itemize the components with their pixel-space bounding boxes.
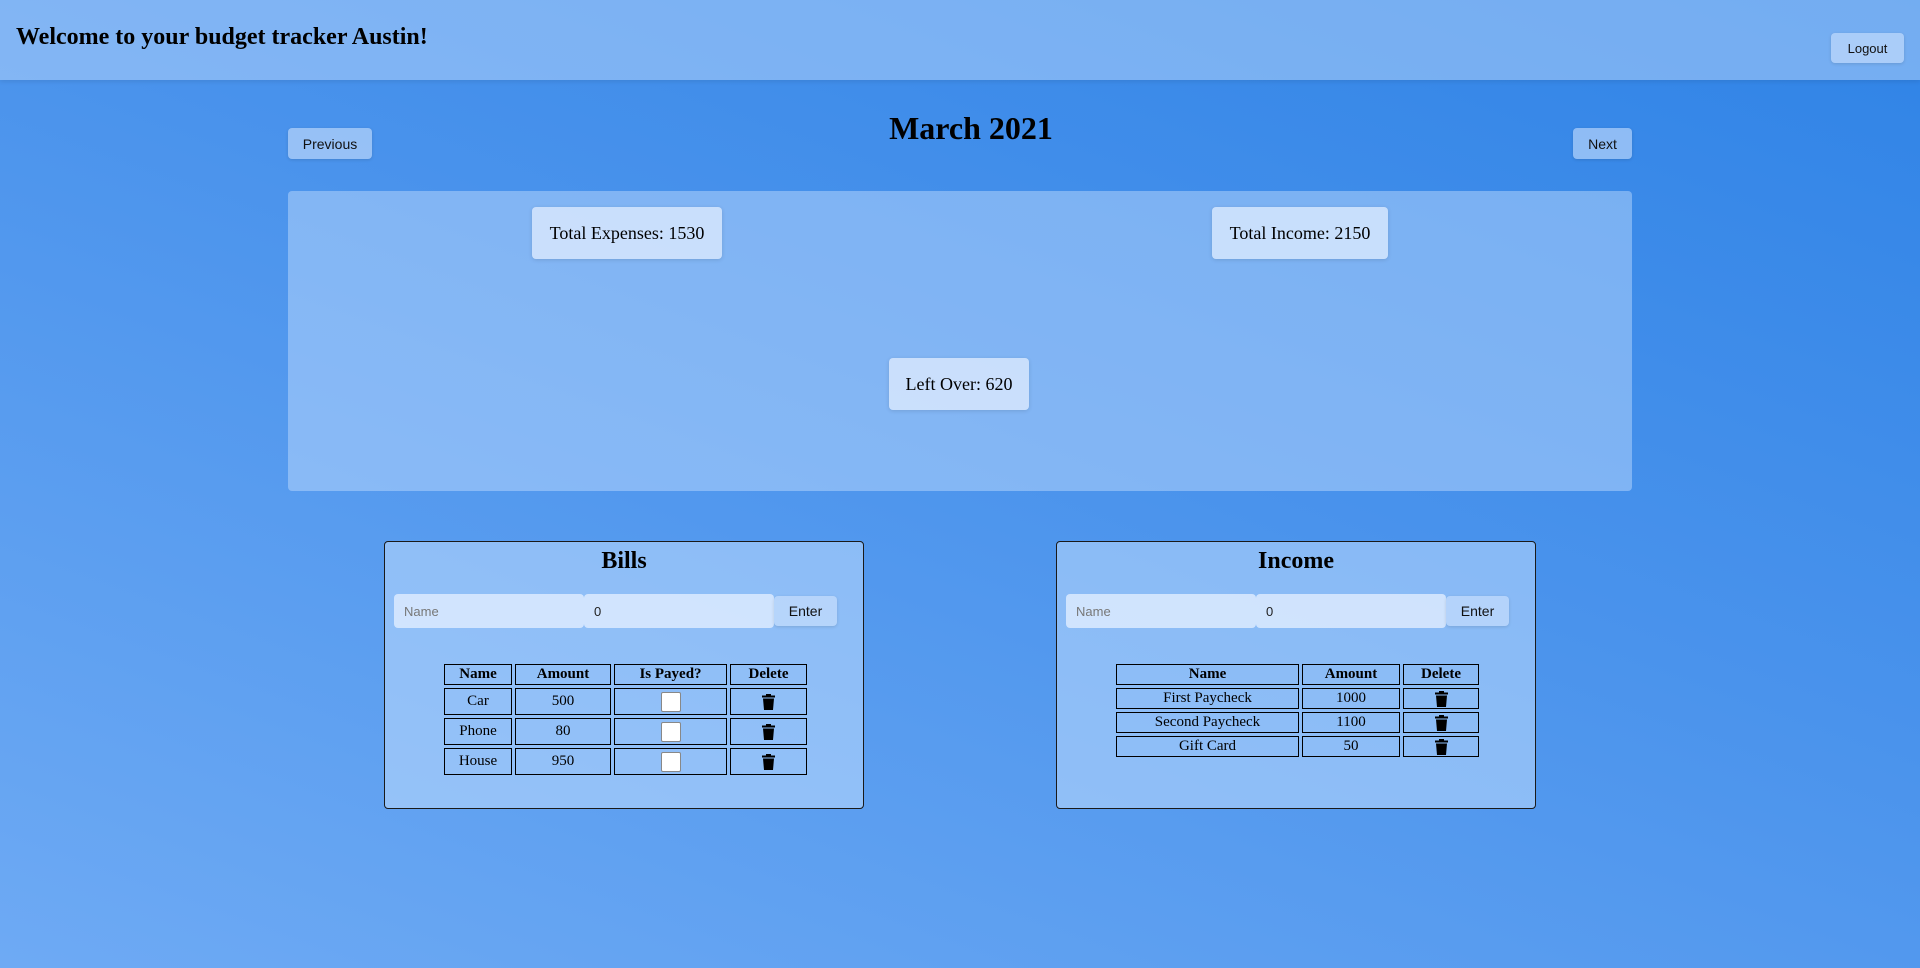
income-name-cell: Second Paycheck [1116, 712, 1299, 733]
bill-name-cell: House [444, 748, 512, 775]
bills-title: Bills [601, 548, 647, 574]
bills-table: Name Amount Is Payed? Delete Car 500 Pho… [441, 661, 810, 778]
column-header: Is Payed? [614, 664, 727, 685]
trash-icon[interactable] [1434, 714, 1448, 731]
delete-cell [730, 718, 807, 745]
trash-icon[interactable] [762, 693, 775, 710]
delete-cell [1403, 688, 1479, 709]
trash-icon[interactable] [762, 723, 775, 740]
table-row: First Paycheck 1000 [1116, 688, 1479, 709]
income-name-cell: First Paycheck [1116, 688, 1299, 709]
month-title: March 2021 [889, 110, 1053, 146]
logout-button[interactable]: Logout [1831, 33, 1904, 63]
total-expenses-card: Total Expenses: 1530 [532, 207, 722, 259]
column-header: Delete [1403, 664, 1479, 685]
total-income-card: Total Income: 2150 [1212, 207, 1388, 259]
payed-checkbox[interactable] [660, 691, 681, 712]
payed-cell [614, 718, 727, 745]
table-row: Second Paycheck 1100 [1116, 712, 1479, 733]
payed-checkbox[interactable] [660, 751, 681, 772]
income-amount-cell: 1000 [1302, 688, 1400, 709]
income-name-cell: Gift Card [1116, 736, 1299, 757]
delete-cell [1403, 736, 1479, 757]
delete-cell [730, 688, 807, 715]
table-row: Car 500 [444, 688, 807, 715]
column-header: Delete [730, 664, 807, 685]
income-enter-button[interactable]: Enter [1446, 596, 1509, 626]
bill-name-input[interactable] [394, 594, 584, 628]
delete-cell [730, 748, 807, 775]
table-header-row: Name Amount Delete [1116, 664, 1479, 685]
table-row: House 950 [444, 748, 807, 775]
table-row: Gift Card 50 [1116, 736, 1479, 757]
welcome-heading: Welcome to your budget tracker Austin! [16, 24, 428, 50]
table-row: Phone 80 [444, 718, 807, 745]
payed-checkbox[interactable] [660, 721, 681, 742]
bill-amount-cell: 950 [515, 748, 611, 775]
next-month-button[interactable]: Next [1573, 128, 1632, 159]
income-amount-cell: 50 [1302, 736, 1400, 757]
column-header: Name [1116, 664, 1299, 685]
delete-cell [1403, 712, 1479, 733]
payed-cell [614, 688, 727, 715]
table-header-row: Name Amount Is Payed? Delete [444, 664, 807, 685]
bill-amount-cell: 500 [515, 688, 611, 715]
bill-name-cell: Phone [444, 718, 512, 745]
bill-name-cell: Car [444, 688, 512, 715]
trash-icon[interactable] [762, 753, 775, 770]
income-amount-cell: 1100 [1302, 712, 1400, 733]
income-table: Name Amount Delete First Paycheck 1000 S… [1113, 661, 1482, 760]
trash-icon[interactable] [1434, 738, 1448, 755]
income-title: Income [1258, 548, 1334, 574]
left-over-card: Left Over: 620 [889, 358, 1029, 410]
income-amount-input[interactable] [1256, 594, 1446, 628]
bill-amount-input[interactable] [584, 594, 774, 628]
previous-month-button[interactable]: Previous [288, 128, 372, 159]
bills-panel: Bills Enter Name Amount Is Payed? Delete… [384, 541, 864, 809]
bill-amount-cell: 80 [515, 718, 611, 745]
top-bar: Welcome to your budget tracker Austin! L… [0, 0, 1920, 80]
column-header: Amount [515, 664, 611, 685]
income-name-input[interactable] [1066, 594, 1256, 628]
income-panel: Income Enter Name Amount Delete First Pa… [1056, 541, 1536, 809]
payed-cell [614, 748, 727, 775]
bill-enter-button[interactable]: Enter [774, 596, 837, 626]
column-header: Name [444, 664, 512, 685]
trash-icon[interactable] [1434, 690, 1448, 707]
column-header: Amount [1302, 664, 1400, 685]
summary-panel: Total Expenses: 1530 Total Income: 2150 … [288, 191, 1632, 491]
